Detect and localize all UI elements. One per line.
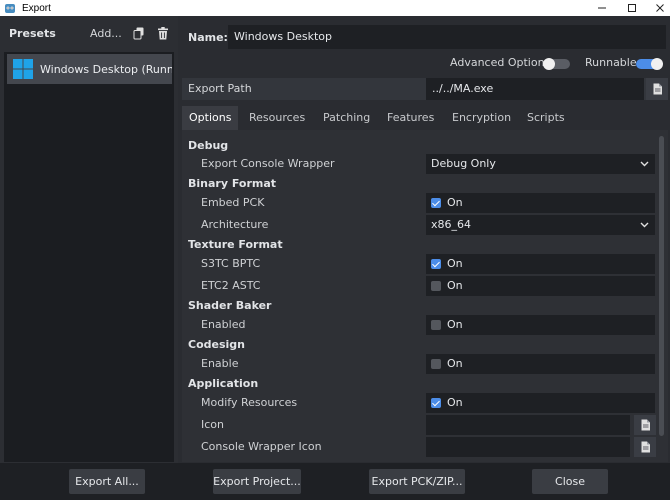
runnable-toggle[interactable] (636, 58, 663, 70)
presets-label: Presets (9, 27, 56, 40)
export-console-wrapper-select[interactable]: Debug Only (426, 154, 655, 174)
chevron-down-icon (640, 222, 649, 228)
windows-logo-icon (13, 59, 33, 79)
etc2-astc-label: ETC2 ASTC (201, 279, 261, 292)
title-bar: Export (0, 0, 670, 16)
embed-pck-checkbox[interactable]: On (426, 193, 655, 213)
toggle-knob (543, 58, 555, 70)
export-path-label: Export Path (188, 82, 252, 95)
tab-encryption[interactable]: Encryption (445, 106, 518, 130)
codesign-enable-checkbox[interactable]: On (426, 354, 655, 374)
tab-patching[interactable]: Patching (316, 106, 377, 130)
console-wrapper-icon-input[interactable] (426, 437, 630, 457)
add-preset-button[interactable]: Add... (90, 27, 122, 40)
maximize-icon (628, 4, 636, 12)
architecture-select[interactable]: x86_64 (426, 215, 655, 235)
icon-path-input[interactable] (426, 415, 630, 435)
options-scrollbar[interactable] (659, 136, 664, 436)
codesign-enable-state: On (447, 357, 463, 370)
godot-app-icon (5, 4, 15, 13)
chevron-down-icon (640, 161, 649, 167)
close-button[interactable]: Close (532, 469, 608, 494)
embed-pck-state: On (447, 196, 463, 209)
checkbox-unchecked-icon (431, 281, 441, 291)
footer-bar: Export All... Export Project... Export P… (0, 463, 670, 500)
architecture-value: x86_64 (431, 218, 472, 231)
advanced-options-label: Advanced Options (450, 56, 551, 69)
advanced-options-toggle[interactable] (543, 58, 570, 70)
section-texture-format: Texture Format (188, 238, 283, 251)
etc2-astc-state: On (447, 279, 463, 292)
console-wrapper-icon-label: Console Wrapper Icon (201, 440, 322, 453)
preset-settings-panel: Name: Windows Desktop Advanced Options R… (178, 16, 670, 463)
export-project-button[interactable]: Export Project... (213, 469, 301, 494)
minimize-icon (598, 7, 606, 9)
options-content: Debug Export Console Wrapper Debug Only … (182, 130, 668, 462)
presets-header: Presets Add... (0, 16, 178, 52)
codesign-enable-label: Enable (201, 357, 239, 370)
tab-resources[interactable]: Resources (242, 106, 312, 130)
export-console-wrapper-label: Export Console Wrapper (201, 157, 335, 170)
section-application: Application (188, 377, 259, 390)
checkbox-unchecked-icon (431, 320, 441, 330)
export-path-row: Export Path ../../MA.exe (182, 78, 668, 100)
file-icon (641, 441, 650, 453)
architecture-label: Architecture (201, 218, 269, 231)
shader-baker-enabled-label: Enabled (201, 318, 246, 331)
preset-item-windows-desktop[interactable]: Windows Desktop (Runnable) (7, 54, 172, 84)
console-wrapper-icon-browse-button[interactable] (634, 437, 656, 457)
modify-resources-checkbox[interactable]: On (426, 393, 655, 413)
modify-resources-state: On (447, 396, 463, 409)
name-label: Name: (188, 31, 228, 44)
shader-baker-enabled-checkbox[interactable]: On (426, 315, 655, 335)
section-debug: Debug (188, 139, 229, 152)
name-input[interactable]: Windows Desktop (228, 25, 666, 49)
checkbox-checked-icon (431, 259, 441, 269)
file-icon (653, 83, 662, 95)
checkbox-checked-icon (431, 198, 441, 208)
checkbox-checked-icon (431, 398, 441, 408)
s3tc-bptc-label: S3TC BPTC (201, 257, 261, 270)
icon-browse-button[interactable] (634, 415, 656, 435)
embed-pck-label: Embed PCK (201, 196, 265, 209)
window-title: Export (22, 2, 51, 14)
etc2-astc-checkbox[interactable]: On (426, 276, 655, 296)
runnable-label: Runnable (585, 56, 637, 69)
toggle-knob (651, 58, 663, 70)
file-icon (641, 419, 650, 431)
close-window-button[interactable] (642, 0, 670, 16)
s3tc-bptc-state: On (447, 257, 463, 270)
section-binary-format: Binary Format (188, 177, 277, 190)
section-shader-baker: Shader Baker (188, 299, 272, 312)
duplicate-icon[interactable] (133, 27, 145, 40)
tab-features[interactable]: Features (380, 106, 441, 130)
s3tc-bptc-checkbox[interactable]: On (426, 254, 655, 274)
preset-item-label: Windows Desktop (Runnable) (40, 62, 172, 76)
icon-label: Icon (201, 418, 224, 431)
modify-resources-label: Modify Resources (201, 396, 298, 409)
section-codesign: Codesign (188, 338, 245, 351)
presets-panel: Presets Add... Windows Desktop (Runnable… (0, 16, 178, 463)
export-pck-zip-button[interactable]: Export PCK/ZIP... (369, 469, 465, 494)
close-icon (656, 4, 664, 12)
shader-baker-enabled-state: On (447, 318, 463, 331)
checkbox-unchecked-icon (431, 359, 441, 369)
tab-scripts[interactable]: Scripts (520, 106, 572, 130)
export-console-wrapper-value: Debug Only (431, 157, 496, 170)
trash-icon[interactable] (157, 27, 169, 40)
preset-list: Windows Desktop (Runnable) (4, 52, 174, 462)
export-path-input[interactable]: ../../MA.exe (426, 78, 644, 100)
tab-options[interactable]: Options (182, 106, 239, 130)
export-path-browse-button[interactable] (646, 78, 668, 100)
export-all-button[interactable]: Export All... (69, 469, 145, 494)
settings-tabs: Options Resources Patching Features Encr… (182, 106, 668, 130)
